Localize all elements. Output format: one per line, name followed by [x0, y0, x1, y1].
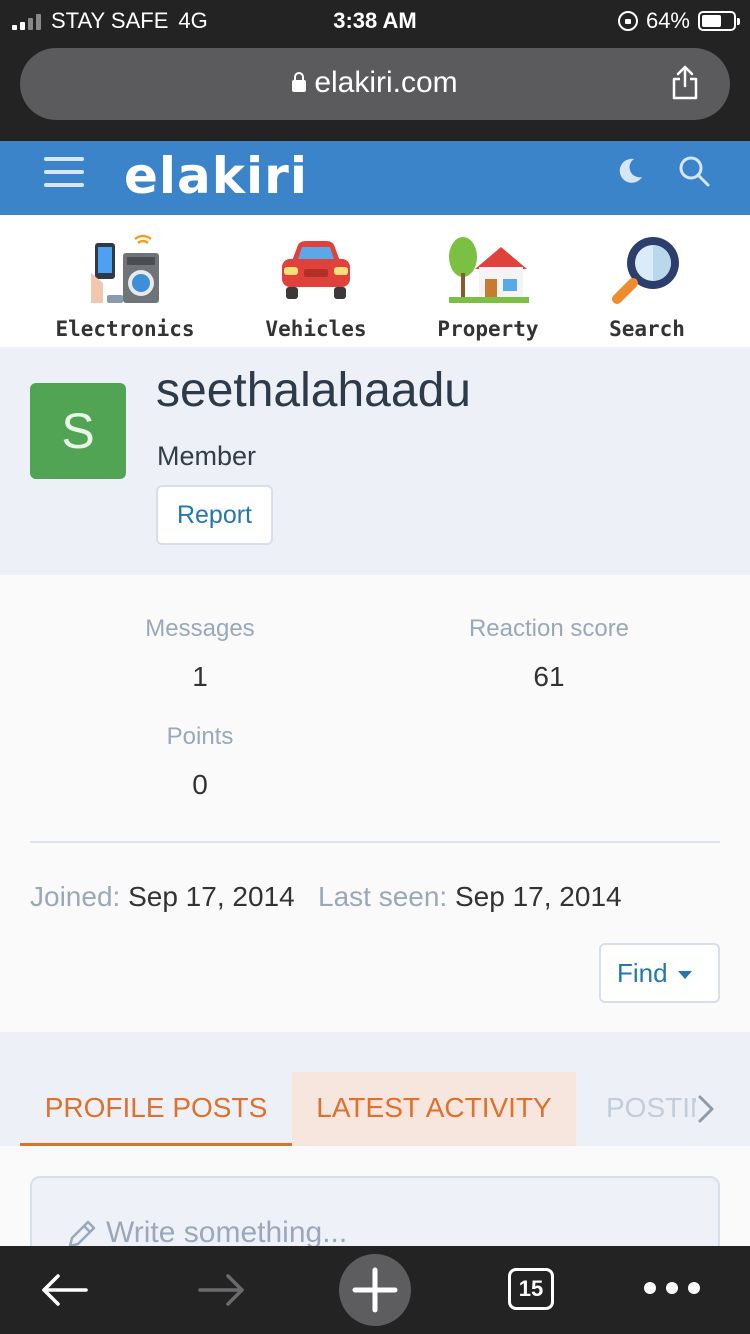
member-dates: Joined: Sep 17, 2014 Last seen: Sep 17, …: [30, 881, 622, 913]
find-label: Find: [617, 958, 668, 988]
category-property[interactable]: Property: [408, 233, 568, 341]
user-title: Member: [157, 441, 257, 471]
composer-placeholder-text: Write something...: [106, 1216, 348, 1249]
category-search[interactable]: Search: [567, 233, 727, 341]
chevron-down-icon: [677, 971, 692, 979]
url-display[interactable]: elakiri.com: [20, 66, 730, 100]
report-button[interactable]: Report: [156, 485, 273, 545]
category-bar: Electronics Vehicles Property Search: [0, 215, 750, 347]
status-right: 64%: [617, 8, 740, 34]
profile-tabs: PROFILE POSTS LATEST ACTIVITY POSTINGS: [0, 1072, 750, 1146]
stat-value[interactable]: 1: [50, 661, 350, 693]
last-seen-label: Last seen:: [318, 881, 448, 912]
category-label: Search: [609, 317, 685, 341]
profile-stats: Messages 1 Reaction score 61 Points 0 Jo…: [0, 575, 750, 1032]
new-tab-button[interactable]: [339, 1254, 411, 1326]
category-vehicles[interactable]: Vehicles: [236, 233, 396, 341]
url-text: elakiri.com: [314, 66, 458, 99]
tabs-count-button[interactable]: 15: [508, 1268, 554, 1310]
profile-header: S seethalahaadu Member Report: [0, 347, 750, 575]
stat-value[interactable]: 61: [399, 661, 699, 693]
profile-posts-area: Write something...: [0, 1146, 750, 1296]
share-icon[interactable]: [670, 64, 700, 100]
joined-date: Sep 17, 2014: [128, 881, 295, 912]
username: seethalahaadu: [156, 364, 471, 417]
stat-reaction-score: Reaction score 61: [399, 615, 699, 693]
stat-label: Points: [166, 723, 234, 750]
moon-icon[interactable]: [614, 155, 646, 187]
stat-messages: Messages 1: [50, 615, 350, 693]
chevron-right-icon[interactable]: [696, 1094, 716, 1124]
category-electronics[interactable]: Electronics: [45, 233, 205, 341]
more-options-icon[interactable]: [644, 1282, 700, 1294]
category-label: Property: [437, 317, 539, 341]
plus-icon: [352, 1267, 398, 1313]
car-icon: [282, 241, 350, 299]
tab-latest-activity[interactable]: LATEST ACTIVITY: [292, 1072, 576, 1146]
menu-icon[interactable]: [44, 155, 84, 189]
stat-value[interactable]: 0: [50, 769, 350, 801]
site-header: elakiri: [0, 141, 750, 215]
padlock-icon: [292, 72, 307, 92]
status-bar: STAY SAFE 4G 3:38 AM 64%: [0, 0, 750, 42]
browser-chrome-top: STAY SAFE 4G 3:38 AM 64% elakiri.com: [0, 0, 750, 141]
category-label: Electronics: [55, 317, 195, 341]
tab-profile-posts[interactable]: PROFILE POSTS: [20, 1072, 292, 1146]
house-icon: [449, 237, 529, 303]
battery-icon: [698, 11, 740, 31]
site-logo[interactable]: elakiri: [124, 147, 308, 205]
avatar[interactable]: S: [30, 383, 126, 479]
back-arrow-icon[interactable]: [40, 1272, 90, 1308]
stat-points: Points 0: [50, 723, 350, 801]
stat-label: Reaction score: [468, 615, 630, 642]
rotation-lock-icon: [617, 11, 638, 31]
last-seen-date: Sep 17, 2014: [455, 881, 622, 912]
stat-label: Messages: [145, 615, 255, 642]
search-icon[interactable]: [676, 153, 712, 189]
divider: [30, 841, 720, 843]
address-bar[interactable]: elakiri.com: [20, 48, 730, 120]
forward-arrow-icon[interactable]: [196, 1272, 246, 1308]
electronics-icon: [91, 234, 159, 303]
magnifier-icon: [612, 237, 679, 304]
tab-postings[interactable]: POSTINGS: [576, 1072, 696, 1146]
browser-toolbar: 15: [0, 1246, 750, 1334]
battery-percent: 64%: [645, 8, 690, 33]
category-label: Vehicles: [265, 317, 367, 341]
find-button[interactable]: Find: [599, 943, 720, 1003]
composer-placeholder[interactable]: Write something...: [66, 1216, 347, 1250]
joined-label: Joined:: [30, 881, 121, 912]
